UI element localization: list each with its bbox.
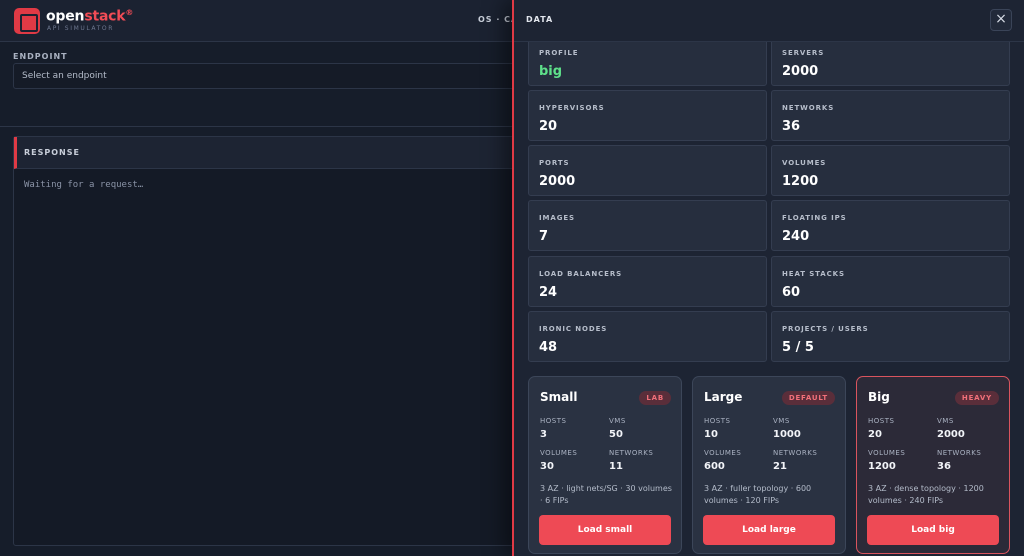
stat-hypervisors: HYPERVISORS 20: [528, 90, 767, 141]
networks-value: 21: [773, 461, 787, 472]
brand-subtitle: API SIMULATOR: [47, 25, 115, 32]
stat-ironic-nodes: IRONIC NODES 48: [528, 311, 767, 362]
preset-description: 3 AZ · fuller topology · 600 volumes · 1…: [704, 484, 812, 505]
response-header: [14, 137, 532, 169]
preset-badge: HEAVY: [954, 391, 999, 405]
stat-label: HYPERVISORS: [539, 104, 605, 112]
volumes-value: 1200: [868, 461, 896, 472]
preset-name: Small: [540, 390, 578, 404]
stat-label: HEAT STACKS: [782, 270, 845, 278]
stat-value: 5 / 5: [782, 340, 814, 355]
volumes-label: VOLUMES: [868, 449, 906, 457]
stat-label: IRONIC NODES: [539, 325, 608, 333]
load-large-button[interactable]: Load large: [703, 515, 835, 545]
stat-label: IMAGES: [539, 214, 575, 222]
stat-networks: NETWORKS 36: [771, 90, 1010, 141]
vms-label: VMS: [773, 417, 790, 425]
hosts-value: 10: [704, 429, 718, 440]
divider: [0, 126, 520, 127]
stat-volumes: VOLUMES 1200: [771, 145, 1010, 196]
stat-label: PORTS: [539, 159, 570, 167]
stat-heat-stacks: HEAT STACKS 60: [771, 256, 1010, 307]
networks-value: 36: [937, 461, 951, 472]
response-body: Waiting for a request…: [24, 180, 144, 190]
stat-label: PROJECTS / USERS: [782, 325, 869, 333]
preset-card-big: Big HEAVY HOSTS 20 VMS 2000 VOLUMES 1200…: [856, 376, 1010, 554]
stat-value: 2000: [539, 174, 576, 189]
volumes-value: 30: [540, 461, 554, 472]
stat-value: 2000: [782, 64, 819, 79]
volumes-value: 600: [704, 461, 725, 472]
load-small-button[interactable]: Load small: [539, 515, 671, 545]
preset-name: Large: [704, 390, 743, 404]
vms-value: 50: [609, 429, 623, 440]
response-panel: RESPONSE Waiting for a request…: [13, 136, 533, 546]
stat-label: FLOATING IPS: [782, 214, 847, 222]
preset-card-large: Large DEFAULT HOSTS 10 VMS 1000 VOLUMES …: [692, 376, 846, 554]
networks-value: 11: [609, 461, 623, 472]
stat-value: 7: [539, 229, 549, 244]
networks-label: NETWORKS: [937, 449, 982, 457]
brand-title: openstack®: [46, 8, 134, 25]
vms-value: 1000: [773, 429, 801, 440]
stat-profile: PROFILE big: [528, 35, 767, 86]
hosts-value: 20: [868, 429, 882, 440]
stat-value: 24: [539, 285, 558, 300]
stat-floating-ips: FLOATING IPS 240: [771, 200, 1010, 251]
hosts-label: HOSTS: [704, 417, 731, 425]
hosts-value: 3: [540, 429, 547, 440]
endpoint-select[interactable]: Select an endpoint: [13, 63, 533, 89]
volumes-label: VOLUMES: [704, 449, 742, 457]
preset-description: 3 AZ · light nets/SG · 30 volumes · 6 FI…: [540, 484, 672, 505]
data-drawer: DATA × PROFILE big SERVERS 2000 HYPERVIS…: [512, 0, 1024, 556]
stat-value: 240: [782, 229, 810, 244]
stat-label: NETWORKS: [782, 104, 835, 112]
networks-label: NETWORKS: [773, 449, 818, 457]
stat-value: 48: [539, 340, 558, 355]
stat-ports: PORTS 2000: [528, 145, 767, 196]
preset-badge: DEFAULT: [781, 391, 835, 405]
preset-badge: LAB: [639, 391, 671, 405]
stat-value: 20: [539, 119, 558, 134]
stat-value: big: [539, 64, 563, 79]
stat-label: PROFILE: [539, 49, 579, 57]
stat-projects-users: PROJECTS / USERS 5 / 5: [771, 311, 1010, 362]
load-big-button[interactable]: Load big: [867, 515, 999, 545]
preset-card-small: Small LAB HOSTS 3 VMS 50 VOLUMES 30 NETW…: [528, 376, 682, 554]
stat-value: 60: [782, 285, 801, 300]
stat-load-balancers: LOAD BALANCERS 24: [528, 256, 767, 307]
drawer-title: DATA: [526, 15, 554, 24]
drawer-header: DATA ×: [514, 0, 1024, 42]
response-title: RESPONSE: [24, 148, 80, 157]
openstack-logo-icon: [14, 8, 40, 34]
volumes-label: VOLUMES: [540, 449, 578, 457]
close-button[interactable]: ×: [990, 9, 1012, 31]
networks-label: NETWORKS: [609, 449, 654, 457]
stat-label: LOAD BALANCERS: [539, 270, 623, 278]
preset-name: Big: [868, 390, 890, 404]
stat-label: VOLUMES: [782, 159, 827, 167]
stat-value: 1200: [782, 174, 819, 189]
hosts-label: HOSTS: [868, 417, 895, 425]
vms-label: VMS: [937, 417, 954, 425]
vms-label: VMS: [609, 417, 626, 425]
vms-value: 2000: [937, 429, 965, 440]
preset-description: 3 AZ · dense topology · 1200 volumes · 2…: [868, 484, 984, 505]
stat-value: 36: [782, 119, 801, 134]
stat-images: IMAGES 7: [528, 200, 767, 251]
hosts-label: HOSTS: [540, 417, 567, 425]
stat-label: SERVERS: [782, 49, 825, 57]
endpoint-label: ENDPOINT: [13, 52, 68, 61]
stat-servers: SERVERS 2000: [771, 35, 1010, 86]
